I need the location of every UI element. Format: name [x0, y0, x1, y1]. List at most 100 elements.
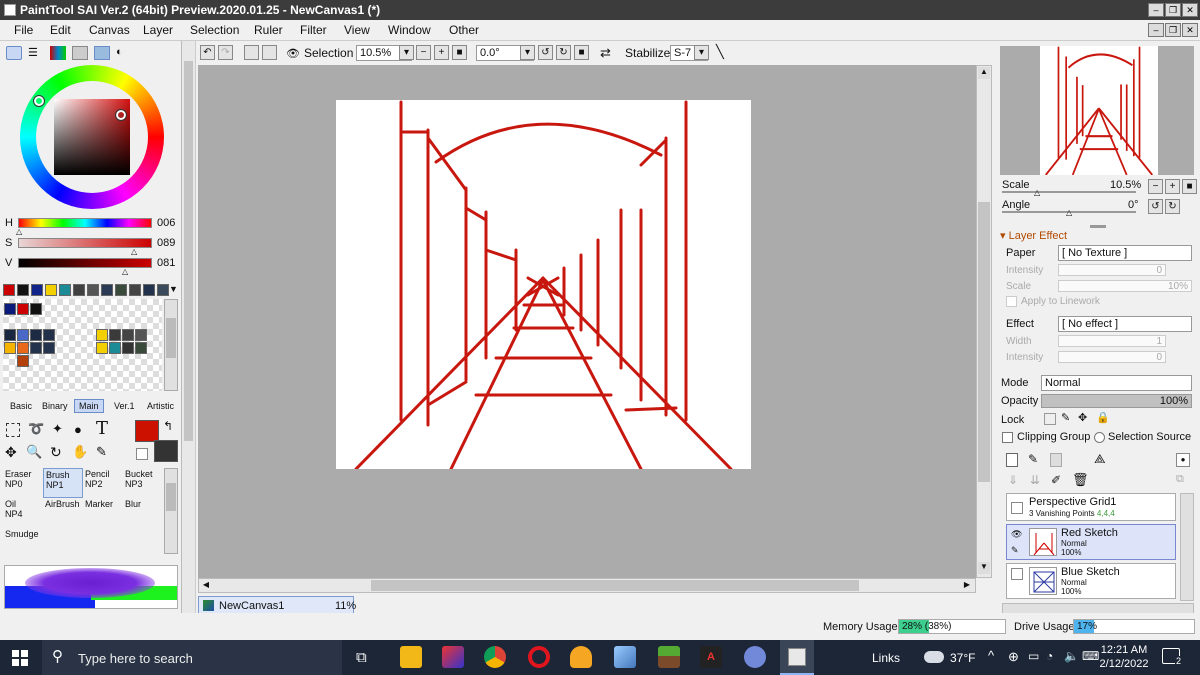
canvas-hscroll-thumb[interactable]	[371, 580, 859, 591]
tool-smudge[interactable]: Smudge	[3, 528, 43, 558]
splitter-thumb[interactable]	[184, 61, 193, 441]
selection-pen-icon[interactable]: ●	[74, 422, 82, 437]
tab-binary[interactable]: Binary	[38, 400, 72, 414]
doc-close-button[interactable]: ✕	[1182, 23, 1198, 37]
lock-paint-icon[interactable]: ✎	[1061, 411, 1070, 424]
tool-bucket[interactable]: Bucket NP3	[123, 468, 163, 498]
navigator-preview[interactable]	[1000, 46, 1194, 175]
effect-select[interactable]: [ No effect ]	[1058, 316, 1192, 332]
tool-scroll-thumb[interactable]	[166, 483, 176, 511]
mode-select[interactable]: Normal	[1041, 375, 1192, 391]
minimize-button[interactable]: –	[1148, 3, 1164, 17]
new-folder-icon[interactable]	[1050, 453, 1062, 467]
lock-all-icon[interactable]: 🔒	[1096, 411, 1110, 424]
swatch[interactable]	[143, 284, 155, 296]
weather-cloud-icon[interactable]	[924, 651, 944, 663]
tab-main[interactable]: Main	[74, 399, 104, 413]
swap-colors-icon[interactable]: ↰	[163, 419, 173, 433]
intensity2-slider[interactable]: 0	[1058, 351, 1166, 363]
layer-red-sketch[interactable]: 👁 ✎ Red Sketch Normal 100%	[1006, 524, 1176, 560]
nav-zoom-in-button[interactable]: +	[1165, 179, 1180, 194]
eyedropper-icon[interactable]: ✎	[96, 444, 107, 460]
scroll-down-icon[interactable]: ▼	[978, 562, 990, 574]
swatch[interactable]	[157, 284, 169, 296]
swatch[interactable]	[122, 329, 134, 341]
tool-blur[interactable]: Blur	[123, 498, 163, 528]
vpn-icon[interactable]	[570, 646, 592, 668]
move-icon[interactable]: ✥	[5, 444, 17, 461]
tab-ver1[interactable]: Ver.1	[110, 400, 139, 414]
menu-other[interactable]: Other	[449, 23, 479, 37]
tool-pencil[interactable]: Pencil NP2	[83, 468, 123, 498]
minecraft-icon[interactable]	[658, 646, 680, 668]
rotate-tool-icon[interactable]: ↻	[50, 444, 62, 461]
drawing-canvas[interactable]	[336, 100, 751, 469]
new-layer-icon[interactable]	[1006, 453, 1018, 467]
rect-select-icon[interactable]	[6, 423, 20, 437]
nav-scale-thumb[interactable]: △	[1034, 188, 1040, 197]
menu-window[interactable]: Window	[388, 23, 431, 37]
swatch[interactable]	[3, 284, 15, 296]
tray-expand-icon[interactable]: ^	[988, 648, 994, 663]
close-button[interactable]: ✕	[1182, 3, 1198, 17]
menu-canvas[interactable]: Canvas	[89, 23, 130, 37]
temperature[interactable]: 37°F	[950, 651, 975, 665]
swatch-menu-icon[interactable]: ▼	[169, 284, 178, 294]
canvas-hscrollbar[interactable]: ◀ ▶	[198, 578, 976, 593]
perspective-ruler-icon[interactable]: ⟁	[1094, 451, 1106, 467]
scroll-right-icon[interactable]: ▶	[961, 580, 973, 591]
intensity-slider[interactable]: 0	[1058, 264, 1166, 276]
tool-marker[interactable]: Marker	[83, 498, 123, 528]
scroll-up-icon[interactable]: ▲	[978, 67, 990, 79]
sai-app-icon[interactable]	[614, 646, 636, 668]
volume-icon[interactable]: 🔈	[1064, 649, 1079, 663]
left-splitter[interactable]	[182, 41, 196, 613]
chrome-icon[interactable]	[484, 646, 506, 668]
zoom-out-button[interactable]: −	[416, 45, 431, 60]
canvas-vscrollbar[interactable]: ▲ ▼	[976, 65, 992, 578]
rotate-left-button[interactable]: ↺	[538, 45, 553, 60]
opacity-slider[interactable]: 100%	[1041, 394, 1192, 408]
layer-list-scrollbar[interactable]	[1180, 493, 1194, 601]
swatch[interactable]	[45, 284, 57, 296]
scale-slider[interactable]: 10%	[1058, 280, 1192, 292]
layer-visibility-toggle[interactable]	[1011, 568, 1023, 580]
swatch[interactable]	[109, 342, 121, 354]
width-slider[interactable]: 1	[1058, 335, 1166, 347]
menu-ruler[interactable]: Ruler	[254, 23, 283, 37]
tool-oil[interactable]: Oil NP4	[3, 498, 43, 528]
color-wheel-mode-icon[interactable]	[6, 46, 22, 60]
swatch[interactable]	[115, 284, 127, 296]
search-box[interactable]: ⚲ Type here to search	[42, 640, 342, 675]
zoom-in-button[interactable]: +	[434, 45, 449, 60]
transfer-down-icon[interactable]: ⇊	[1030, 473, 1040, 487]
v-slider-thumb[interactable]: △	[122, 267, 128, 276]
nav-zoom-reset-button[interactable]: ■	[1182, 179, 1197, 194]
swatch[interactable]	[4, 342, 16, 354]
transparent-color[interactable]	[136, 448, 148, 460]
paint-app-icon[interactable]	[442, 646, 464, 668]
text-tool-icon[interactable]: T	[96, 418, 108, 439]
swatch[interactable]	[17, 329, 29, 341]
scratch-mode-icon[interactable]	[94, 46, 110, 60]
palette-scrollbar[interactable]	[164, 299, 178, 391]
windows-start-icon[interactable]	[12, 650, 28, 666]
primary-color[interactable]	[135, 420, 159, 442]
layer-effect-header[interactable]: ▾ Layer Effect	[1000, 229, 1067, 242]
swatch-mode-icon[interactable]	[72, 46, 88, 60]
clear-layer-icon[interactable]: ✐	[1051, 473, 1061, 487]
doc-restore-button[interactable]: ❐	[1165, 23, 1181, 37]
file-explorer-icon[interactable]	[400, 646, 422, 668]
v-slider[interactable]	[18, 258, 152, 268]
swatch[interactable]	[122, 342, 134, 354]
tool-brush[interactable]: Brush NP1	[43, 468, 83, 498]
scratch-pad[interactable]	[4, 565, 178, 609]
invert-selection-icon[interactable]	[262, 45, 277, 60]
swatch[interactable]	[96, 329, 108, 341]
doc-minimize-button[interactable]: –	[1148, 23, 1164, 37]
layer-visibility-toggle[interactable]	[1011, 502, 1023, 514]
menu-filter[interactable]: Filter	[300, 23, 327, 37]
battery-icon[interactable]: ▭	[1028, 649, 1039, 663]
swatch[interactable]	[17, 284, 29, 296]
eye-icon[interactable]: 👁	[1011, 529, 1022, 540]
